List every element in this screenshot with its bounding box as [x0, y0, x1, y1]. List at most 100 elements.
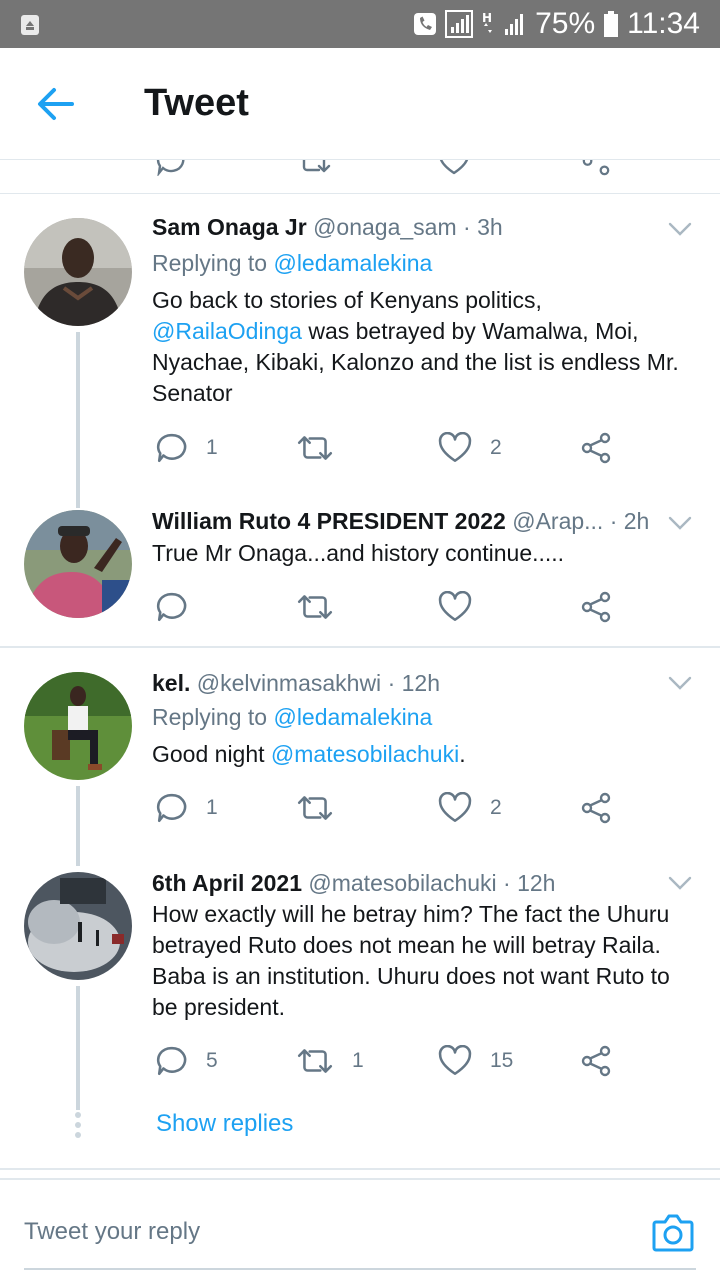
- avatar[interactable]: [24, 672, 132, 780]
- retweet-count: 1: [352, 1049, 364, 1072]
- show-replies-link[interactable]: Show replies: [156, 1110, 293, 1138]
- avatar[interactable]: [24, 510, 132, 618]
- mention-link[interactable]: @matesobilachuki: [271, 741, 459, 767]
- like-button[interactable]: [438, 587, 490, 627]
- reply-button[interactable]: 5: [156, 1041, 218, 1081]
- reply-icon: [156, 592, 187, 622]
- like-icon: [438, 1045, 472, 1076]
- back-arrow-icon[interactable]: [36, 86, 76, 122]
- reply-icon: [156, 793, 187, 823]
- retweet-button[interactable]: [296, 587, 352, 627]
- share-button[interactable]: [580, 788, 612, 828]
- chevron-down-icon[interactable]: [668, 676, 692, 690]
- tweet-text-line: @RailaOdinga was betrayed by Wamalwa, Mo…: [152, 316, 704, 347]
- tweet-text: Go back to stories of Kenyans politics, …: [152, 285, 704, 409]
- reply-button[interactable]: [156, 587, 206, 627]
- user-name[interactable]: 6th April 2021: [152, 870, 302, 896]
- user-name[interactable]: Sam Onaga Jr: [152, 214, 307, 240]
- like-button[interactable]: 2: [438, 788, 502, 828]
- tweet-text-line: be president.: [152, 994, 285, 1020]
- retweet-button[interactable]: [296, 428, 352, 468]
- retweet-button[interactable]: [296, 788, 352, 828]
- thread-line: [76, 986, 80, 1110]
- reply-composer[interactable]: Tweet your reply: [0, 1178, 720, 1280]
- tweet-kel[interactable]: kel. @kelvinmasakhwi · 12h Replying to @…: [0, 648, 720, 866]
- tweet-text: True Mr Onaga...and history continue....…: [152, 538, 704, 569]
- like-icon: [438, 591, 472, 622]
- user-handle[interactable]: @kelvinmasakhwi: [197, 670, 381, 696]
- like-icon[interactable]: [438, 160, 470, 176]
- like-icon: [438, 792, 472, 823]
- reply-count: 1: [206, 796, 218, 819]
- battery-icon: [604, 11, 619, 37]
- like-button[interactable]: 2: [438, 428, 502, 468]
- user-name[interactable]: kel.: [152, 670, 190, 696]
- replying-to: Replying to @ledamalekina: [152, 250, 432, 277]
- retweet-button[interactable]: 1: [296, 1041, 364, 1081]
- camera-icon[interactable]: [652, 1212, 694, 1252]
- reply-count: 1: [206, 436, 218, 459]
- share-button[interactable]: [580, 1041, 612, 1081]
- share-button[interactable]: [580, 428, 612, 468]
- retweet-icon: [297, 436, 333, 460]
- tweet-time: · 2h: [609, 508, 650, 534]
- reply-button[interactable]: 1: [156, 428, 218, 468]
- status-bar: H 75% 11:34: [0, 0, 720, 48]
- page-title: Tweet: [144, 82, 249, 124]
- tweet-text-line: betrayed Ruto does not mean he will betr…: [152, 932, 661, 958]
- user-name[interactable]: William Ruto 4 PRESIDENT 2022: [152, 508, 506, 534]
- recycle-notification-icon: [21, 15, 39, 35]
- share-button[interactable]: [580, 587, 612, 627]
- user-handle[interactable]: @matesobilachuki: [308, 870, 496, 896]
- thread-line: [76, 332, 80, 508]
- data-h-icon: H: [482, 11, 492, 33]
- avatar[interactable]: [24, 218, 132, 326]
- chevron-down-icon[interactable]: [668, 516, 692, 530]
- reply-icon: [156, 433, 187, 463]
- retweet-icon: [297, 595, 333, 619]
- mention-link[interactable]: @RailaOdinga: [152, 318, 302, 344]
- tweet-text-line: How exactly will he betray him? The fact…: [152, 901, 670, 927]
- replying-to-link[interactable]: @ledamalekina: [273, 704, 432, 730]
- tweet-time: · 12h: [503, 870, 556, 896]
- reply-count: 5: [206, 1049, 218, 1072]
- user-handle[interactable]: @onaga_sam: [313, 214, 457, 240]
- tweet-text-line: Go back to stories of Kenyans politics,: [152, 287, 542, 313]
- tweet-actions: [152, 587, 622, 627]
- tweet-time: · 12h: [387, 670, 440, 696]
- like-count: 2: [490, 796, 502, 819]
- tweet-text-line: Good night @matesobilachuki.: [152, 739, 704, 770]
- avatar[interactable]: [24, 872, 132, 980]
- reply-button[interactable]: 1: [156, 788, 218, 828]
- chevron-down-icon[interactable]: [668, 222, 692, 236]
- replying-prefix: Replying to: [152, 704, 268, 730]
- chevron-down-icon[interactable]: [668, 876, 692, 890]
- tweet-sam-onaga[interactable]: Sam Onaga Jr @onaga_sam · 3h Replying to…: [0, 194, 720, 508]
- share-icon: [581, 432, 611, 464]
- tweet-6th-april-2021[interactable]: 6th April 2021 @matesobilachuki · 12h Ho…: [0, 848, 720, 1110]
- reply-icon[interactable]: [156, 160, 186, 176]
- share-icon: [581, 591, 611, 623]
- replying-prefix: Replying to: [152, 250, 268, 276]
- tweet-william-ruto[interactable]: William Ruto 4 PRESIDENT 2022 @Arap... ·…: [0, 494, 720, 646]
- retweet-icon: [297, 796, 333, 820]
- more-replies-dots: [74, 1112, 82, 1142]
- reply-input-underline: [24, 1268, 696, 1270]
- reply-icon: [156, 1046, 187, 1076]
- clock: 11:34: [627, 7, 700, 40]
- share-icon: [581, 792, 611, 824]
- tweet-text-fragment: .: [459, 741, 466, 767]
- tweet-header: William Ruto 4 PRESIDENT 2022 @Arap... ·…: [152, 508, 660, 535]
- like-count: 15: [490, 1049, 514, 1072]
- tweet-actions: 5 1 15: [152, 1041, 622, 1081]
- tweet-text: Good night @matesobilachuki.: [152, 739, 704, 770]
- reply-input[interactable]: Tweet your reply: [24, 1218, 200, 1246]
- replying-to-link[interactable]: @ledamalekina: [273, 250, 432, 276]
- svg-text:H: H: [482, 11, 492, 25]
- user-handle[interactable]: @Arap...: [512, 508, 603, 534]
- share-icon[interactable]: [580, 160, 612, 176]
- tweet-text-fragment: was betrayed by Wamalwa, Moi,: [301, 318, 639, 344]
- retweet-icon[interactable]: [296, 160, 332, 176]
- tweet-header: Sam Onaga Jr @onaga_sam · 3h: [152, 214, 660, 241]
- like-button[interactable]: 15: [438, 1041, 513, 1081]
